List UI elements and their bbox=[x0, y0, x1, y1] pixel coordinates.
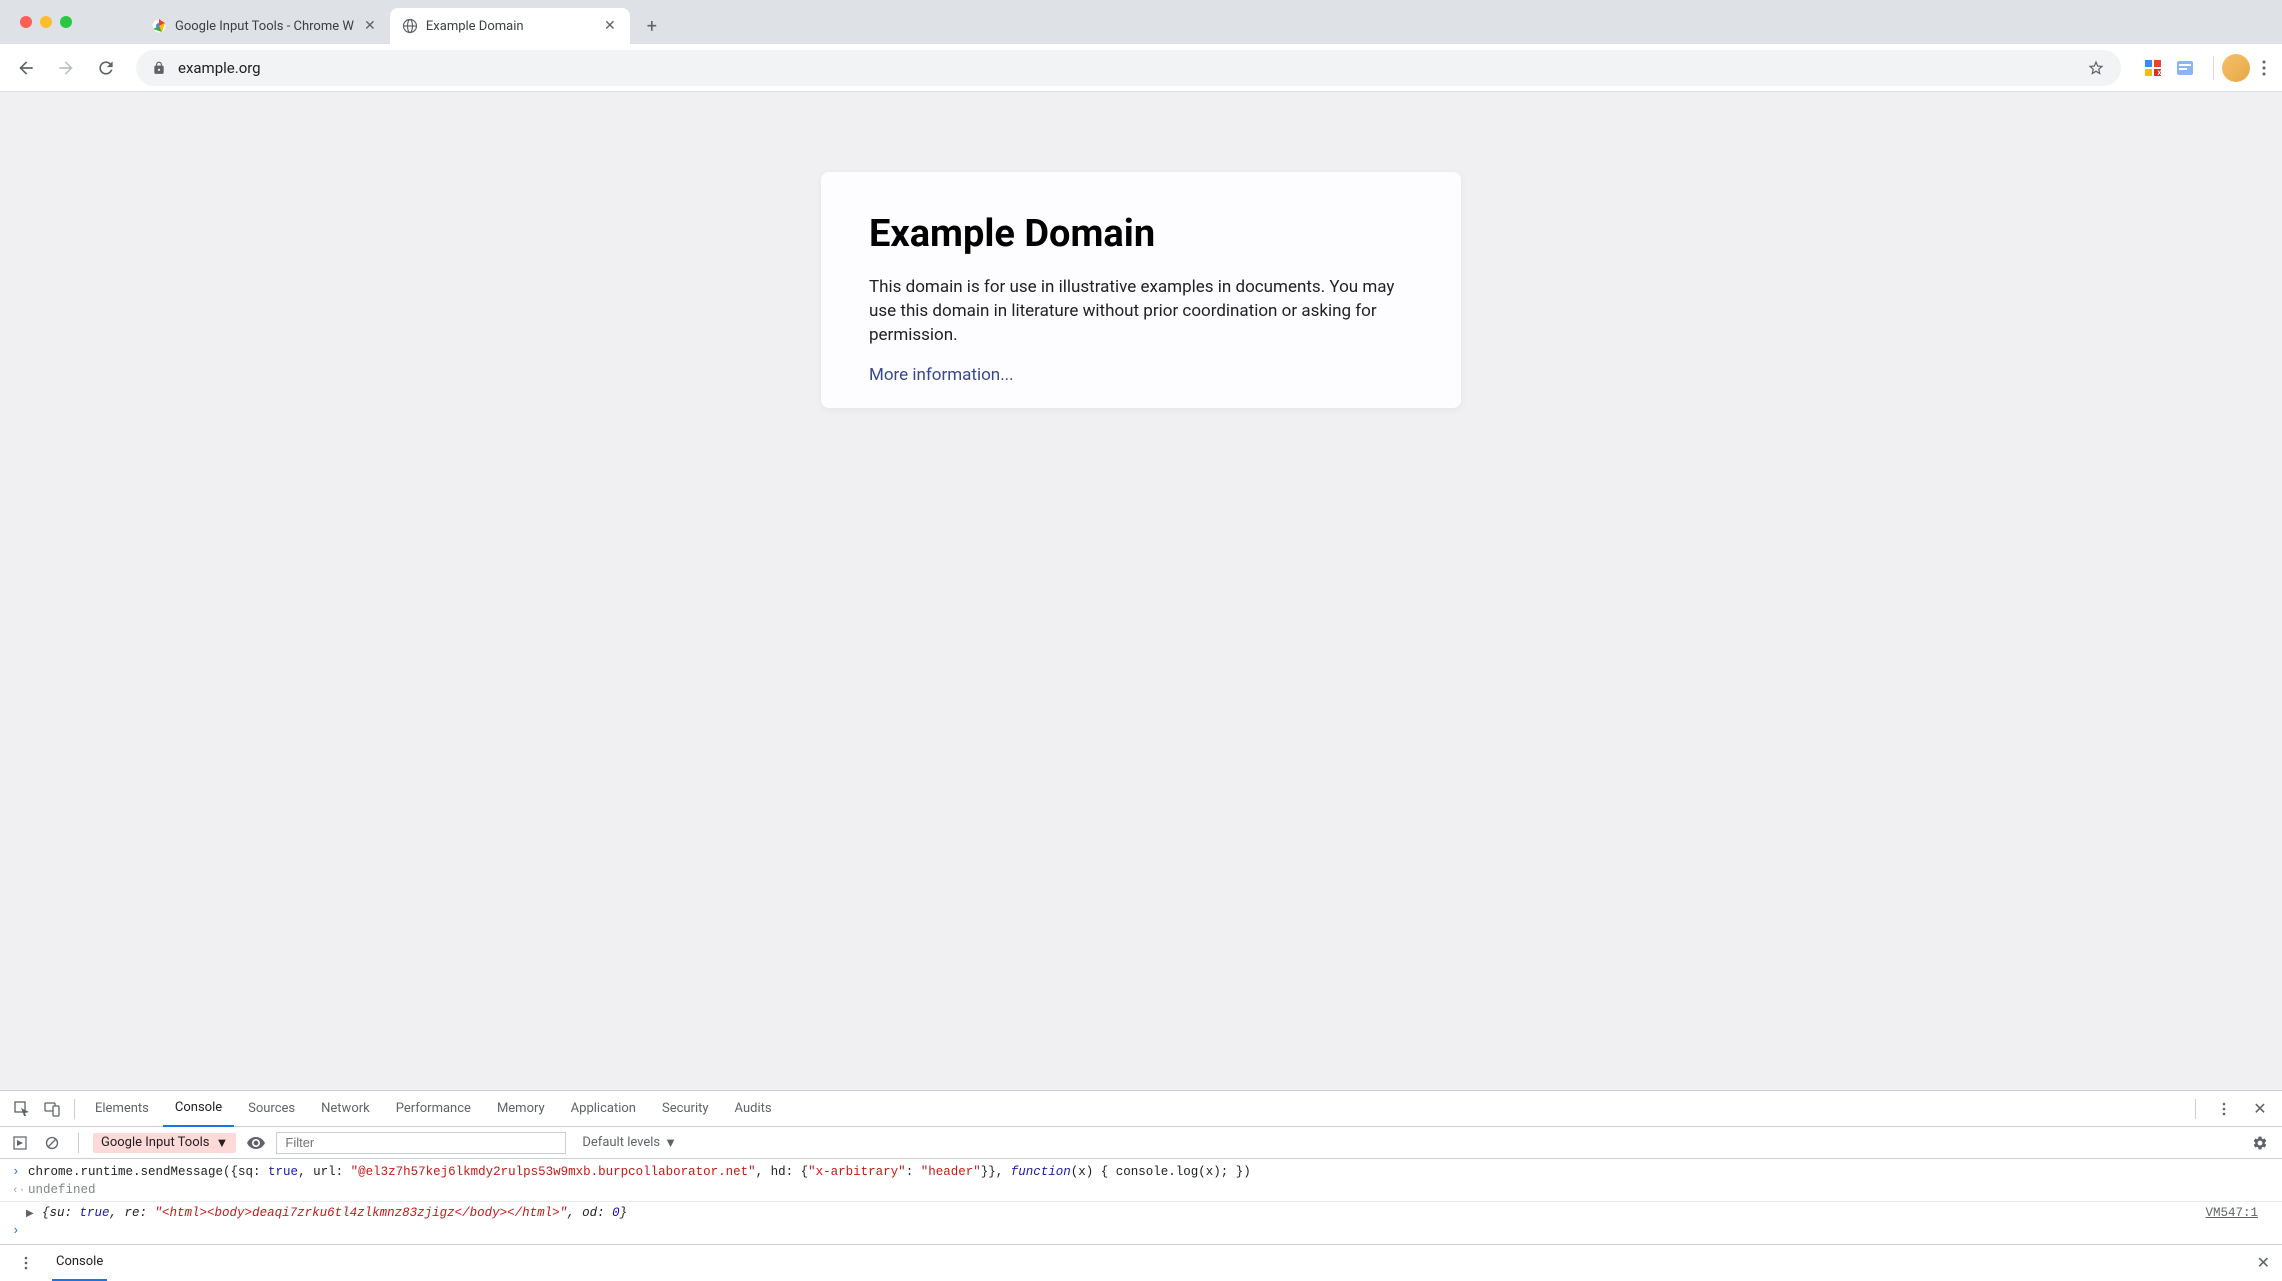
console-code: chrome.runtime.sendMessage({sq: true, ur… bbox=[28, 1165, 1251, 1179]
tab-active[interactable]: Example Domain ✕ bbox=[390, 8, 630, 44]
url-text: example.org bbox=[178, 59, 2075, 77]
filter-input[interactable] bbox=[276, 1132, 566, 1154]
devtools-tab-bar: Elements Console Sources Network Perform… bbox=[0, 1091, 2282, 1127]
tab-sources[interactable]: Sources bbox=[236, 1091, 307, 1127]
globe-favicon-icon bbox=[402, 18, 418, 34]
tab-audits[interactable]: Audits bbox=[723, 1091, 784, 1127]
tab-elements[interactable]: Elements bbox=[83, 1091, 161, 1127]
lock-icon bbox=[152, 61, 166, 75]
toggle-sidebar-icon[interactable] bbox=[8, 1131, 32, 1155]
devtools-close-icon[interactable]: ✕ bbox=[2246, 1095, 2274, 1123]
clear-console-icon[interactable] bbox=[40, 1131, 64, 1155]
chevron-down-icon: ▼ bbox=[664, 1135, 677, 1151]
profile-avatar[interactable] bbox=[2222, 54, 2250, 82]
chrome-favicon-icon bbox=[151, 18, 167, 34]
reload-button[interactable] bbox=[88, 50, 124, 86]
address-bar[interactable]: example.org bbox=[136, 50, 2121, 86]
tab-memory[interactable]: Memory bbox=[485, 1091, 557, 1127]
chevron-down-icon: ▼ bbox=[216, 1135, 229, 1151]
undefined-value: undefined bbox=[28, 1183, 96, 1197]
browser-menu-button[interactable] bbox=[2254, 60, 2274, 76]
console-log-line: ▶ {su: true, re: "<html><body>deaqi7zrku… bbox=[0, 1204, 2282, 1222]
extension-icon-1[interactable]: X bbox=[2141, 56, 2165, 80]
separator bbox=[2195, 1099, 2196, 1119]
expand-triangle-icon[interactable]: ▶ bbox=[26, 1208, 36, 1220]
more-information-link[interactable]: More information... bbox=[869, 365, 1014, 385]
window-minimize-button[interactable] bbox=[40, 16, 52, 28]
bookmark-star-icon[interactable] bbox=[2087, 59, 2105, 77]
tab-title: Example Domain bbox=[426, 19, 594, 34]
output-chevron-icon: ‹· bbox=[12, 1185, 22, 1197]
window-maximize-button[interactable] bbox=[60, 16, 72, 28]
console-prompt-line[interactable]: › bbox=[0, 1222, 2282, 1240]
separator bbox=[74, 1099, 75, 1119]
page-description: This domain is for use in illustrative e… bbox=[869, 276, 1413, 347]
devtools-menu-icon[interactable] bbox=[2210, 1095, 2238, 1123]
eye-icon[interactable] bbox=[244, 1131, 268, 1155]
back-button[interactable] bbox=[8, 50, 44, 86]
window-controls bbox=[8, 16, 84, 28]
console-settings-icon[interactable] bbox=[2246, 1135, 2274, 1151]
tabs-container: Google Input Tools - Chrome W ✕ Example … bbox=[139, 8, 666, 44]
page-viewport: Example Domain This domain is for use in… bbox=[0, 92, 2282, 1090]
tab-performance[interactable]: Performance bbox=[384, 1091, 483, 1127]
browser-toolbar: example.org X bbox=[0, 44, 2282, 92]
inspect-element-icon[interactable] bbox=[8, 1095, 36, 1123]
toolbar-separator bbox=[2213, 56, 2214, 80]
device-toggle-icon[interactable] bbox=[38, 1095, 66, 1123]
drawer-menu-icon[interactable] bbox=[12, 1249, 40, 1277]
close-icon[interactable]: ✕ bbox=[362, 18, 378, 34]
execution-context-select[interactable]: Google Input Tools ▼ bbox=[93, 1133, 236, 1153]
extension-icons: X bbox=[2133, 56, 2205, 80]
forward-button[interactable] bbox=[48, 50, 84, 86]
svg-text:X: X bbox=[2158, 70, 2162, 77]
tab-console[interactable]: Console bbox=[163, 1091, 234, 1127]
devtools-drawer: Console ✕ bbox=[0, 1244, 2282, 1280]
log-levels-select[interactable]: Default levels ▼ bbox=[574, 1135, 685, 1151]
tab-title: Google Input Tools - Chrome W bbox=[175, 19, 354, 34]
input-chevron-icon: › bbox=[12, 1165, 22, 1179]
tab-inactive[interactable]: Google Input Tools - Chrome W ✕ bbox=[139, 8, 390, 44]
tab-application[interactable]: Application bbox=[559, 1091, 648, 1127]
new-tab-button[interactable]: + bbox=[638, 12, 666, 40]
source-link[interactable]: VM547:1 bbox=[2205, 1206, 2270, 1220]
console-output: › chrome.runtime.sendMessage({sq: true, … bbox=[0, 1159, 2282, 1244]
drawer-close-icon[interactable]: ✕ bbox=[2257, 1253, 2270, 1272]
close-icon[interactable]: ✕ bbox=[602, 18, 618, 34]
console-input-line: › chrome.runtime.sendMessage({sq: true, … bbox=[0, 1163, 2282, 1181]
window-close-button[interactable] bbox=[20, 16, 32, 28]
tab-network[interactable]: Network bbox=[309, 1091, 382, 1127]
input-chevron-icon: › bbox=[12, 1224, 22, 1238]
content-box: Example Domain This domain is for use in… bbox=[821, 172, 1461, 408]
extension-icon-2[interactable] bbox=[2173, 56, 2197, 80]
console-return-line: ‹· undefined bbox=[0, 1181, 2282, 1202]
drawer-tab-console[interactable]: Console bbox=[52, 1245, 107, 1281]
console-object[interactable]: {su: true, re: "<html><body>deaqi7zrku6t… bbox=[42, 1206, 627, 1220]
separator bbox=[78, 1133, 79, 1153]
context-label: Google Input Tools bbox=[101, 1135, 210, 1150]
levels-label: Default levels bbox=[582, 1135, 660, 1150]
tab-security[interactable]: Security bbox=[650, 1091, 721, 1127]
browser-tab-strip: Google Input Tools - Chrome W ✕ Example … bbox=[0, 0, 2282, 44]
console-toolbar: Google Input Tools ▼ Default levels ▼ bbox=[0, 1127, 2282, 1159]
page-title: Example Domain bbox=[869, 212, 1413, 256]
devtools-panel: Elements Console Sources Network Perform… bbox=[0, 1090, 2282, 1280]
